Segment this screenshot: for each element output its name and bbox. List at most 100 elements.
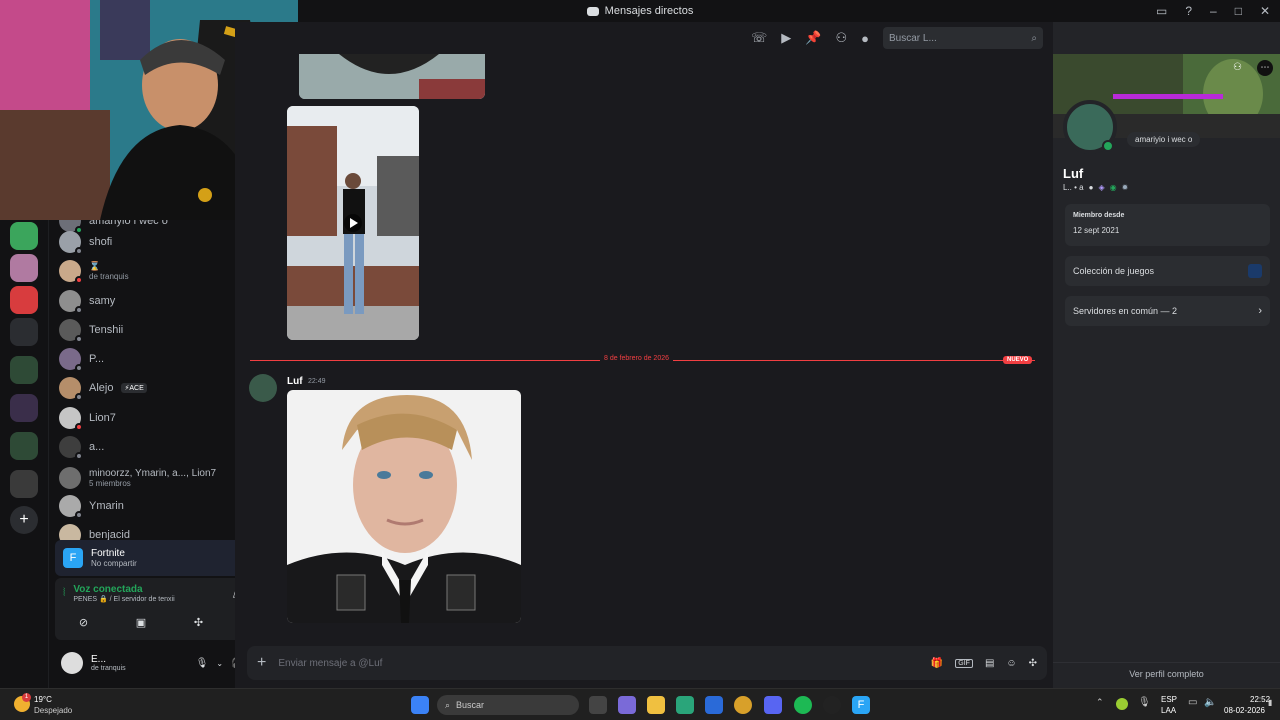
fortnite-icon: F: [63, 548, 83, 568]
game-collection-label: Colección de juegos: [1073, 266, 1155, 276]
server-folder[interactable]: [10, 432, 38, 460]
fortnite-taskbar-icon[interactable]: F: [852, 696, 870, 714]
dm-item[interactable]: Alejo ⚡ACE: [59, 374, 234, 402]
dm-item[interactable]: Tenshii: [59, 316, 234, 344]
ace-badge: ⚡ACE: [121, 383, 147, 393]
add-friends-icon[interactable]: ⚇: [835, 30, 847, 46]
attachment-image[interactable]: [287, 390, 521, 623]
game-collection-card[interactable]: Colección de juegos: [1065, 256, 1270, 286]
add-server-icon[interactable]: +: [10, 506, 38, 534]
weather-temp: 19°C: [34, 695, 52, 704]
chat-area: ☏ ▶ 📌 ⚇ ● Buscar L... ⌕ 8 de febrero de 2…: [235, 22, 1053, 688]
server-icon[interactable]: [10, 222, 38, 250]
task-view-icon[interactable]: [589, 696, 607, 714]
user-profile-icon[interactable]: ●: [861, 31, 869, 46]
server-icon[interactable]: [10, 318, 38, 346]
sticker-icon[interactable]: ▤: [985, 658, 994, 669]
message-avatar[interactable]: [249, 374, 277, 402]
obs-icon[interactable]: [823, 696, 841, 714]
message-input[interactable]: Enviar mensaje a @Luf: [278, 658, 918, 669]
full-profile-link[interactable]: Ver perfil completo: [1053, 662, 1280, 679]
dm-item[interactable]: minoorzz, Ymarin, a..., Lion7 5 miembros: [59, 464, 234, 492]
minimize-button[interactable]: –: [1210, 4, 1217, 18]
screen-share-icon[interactable]: ▣: [136, 616, 146, 629]
avatar: [59, 348, 83, 372]
mutual-servers-card[interactable]: Servidores en común — 2 ›: [1065, 296, 1270, 326]
dm-name: Tenshii: [89, 324, 124, 336]
server-icon[interactable]: [10, 254, 38, 282]
new-badge: NUEVO: [1003, 356, 1033, 364]
chat-toolbar: ☏ ▶ 📌 ⚇ ● Buscar L... ⌕: [235, 22, 1053, 54]
inbox-icon[interactable]: ▭: [1156, 4, 1167, 18]
spotify-icon[interactable]: [794, 696, 812, 714]
start-button[interactable]: [411, 696, 429, 714]
notification-icon[interactable]: ▮: [1268, 698, 1272, 707]
video-call-icon[interactable]: ▶: [781, 30, 791, 46]
volume-icon[interactable]: 🔈: [1204, 697, 1216, 708]
maximize-button[interactable]: □: [1235, 4, 1242, 18]
network-icon[interactable]: ▭: [1188, 697, 1197, 708]
add-attachment-icon[interactable]: +: [257, 654, 266, 672]
video-attachment[interactable]: [287, 106, 419, 340]
activity-title: Fortnite: [91, 548, 125, 559]
activities-icon[interactable]: ✣: [194, 616, 203, 629]
voice-title: Voz conectada: [73, 584, 143, 595]
dm-item[interactable]: a...: [59, 433, 234, 461]
dm-item[interactable]: Ymarin: [59, 492, 234, 520]
server-folder[interactable]: [10, 394, 38, 422]
pin-icon[interactable]: 📌: [805, 30, 821, 46]
user-avatar[interactable]: [61, 652, 83, 674]
emoji-icon[interactable]: ☺: [1006, 658, 1016, 669]
server-folder[interactable]: [10, 356, 38, 384]
apps-icon[interactable]: ✣: [1029, 658, 1037, 669]
copilot-icon[interactable]: [618, 696, 636, 714]
more-icon[interactable]: ⋯: [1257, 60, 1273, 76]
member-since-card: Miembro desde 12 sept 2021: [1065, 204, 1270, 246]
edge-icon[interactable]: [676, 696, 694, 714]
clock-date[interactable]: 08-02-2026: [1224, 706, 1265, 715]
search-input[interactable]: Buscar L... ⌕: [883, 27, 1043, 49]
chrome-icon[interactable]: [734, 696, 752, 714]
message-author[interactable]: Luf: [287, 376, 303, 387]
chevron-down-icon[interactable]: ⌄: [216, 659, 223, 668]
user-name: E...: [91, 654, 107, 665]
attachment-image[interactable]: [299, 54, 485, 99]
gif-icon[interactable]: GIF: [955, 658, 973, 668]
camera-off-icon[interactable]: ⊘: [79, 616, 88, 629]
dm-item[interactable]: Lion7: [59, 404, 234, 432]
profile-panel: ⚇ ⋯ amariyio i wec o Luf L.. • a ● ◈ ◉ ✹…: [1053, 22, 1280, 688]
dm-item[interactable]: samy: [59, 287, 234, 315]
language[interactable]: ESP: [1161, 695, 1177, 704]
user-status: de tranquis: [91, 665, 126, 672]
close-button[interactable]: ✕: [1260, 4, 1270, 18]
store-icon[interactable]: [705, 696, 723, 714]
file-explorer-icon[interactable]: [647, 696, 665, 714]
server-folder[interactable]: [10, 470, 38, 498]
dm-item[interactable]: shofi: [59, 228, 234, 256]
avatar: [59, 436, 83, 460]
avatar: [59, 231, 83, 255]
call-icon[interactable]: ☏: [751, 30, 767, 46]
server-icon[interactable]: [10, 286, 38, 314]
signal-icon: ⦚: [63, 587, 66, 599]
taskbar-search[interactable]: ⌕ Buscar: [437, 695, 579, 715]
search-icon: ⌕: [445, 699, 451, 710]
avatar: [59, 260, 83, 284]
voice-channel[interactable]: PENES 🔒 / El servidor de tenxii: [73, 595, 174, 603]
help-icon[interactable]: ?: [1185, 4, 1192, 18]
dm-item[interactable]: ⌛ de tranquis: [59, 257, 234, 285]
avatar: [59, 467, 81, 489]
discord-taskbar-icon[interactable]: [764, 696, 782, 714]
message-time: 22:49: [308, 378, 326, 385]
mic-tray-icon[interactable]: 🎙: [1138, 697, 1151, 708]
hourglass-icon: ⌛: [89, 261, 101, 271]
chevron-up-icon[interactable]: ⌃: [1096, 697, 1104, 708]
dm-item[interactable]: P...: [59, 345, 234, 373]
add-friend-icon[interactable]: ⚇: [1233, 62, 1242, 73]
tray-app-icon[interactable]: [1116, 698, 1128, 710]
mic-icon[interactable]: 🎙: [196, 658, 209, 669]
nitro-badge-icon: ◈: [1098, 183, 1105, 192]
gift-icon[interactable]: 🎁: [931, 658, 943, 669]
dm-name: minoorzz, Ymarin, a..., Lion7: [89, 468, 217, 479]
weather-badge: 1: [22, 693, 31, 702]
